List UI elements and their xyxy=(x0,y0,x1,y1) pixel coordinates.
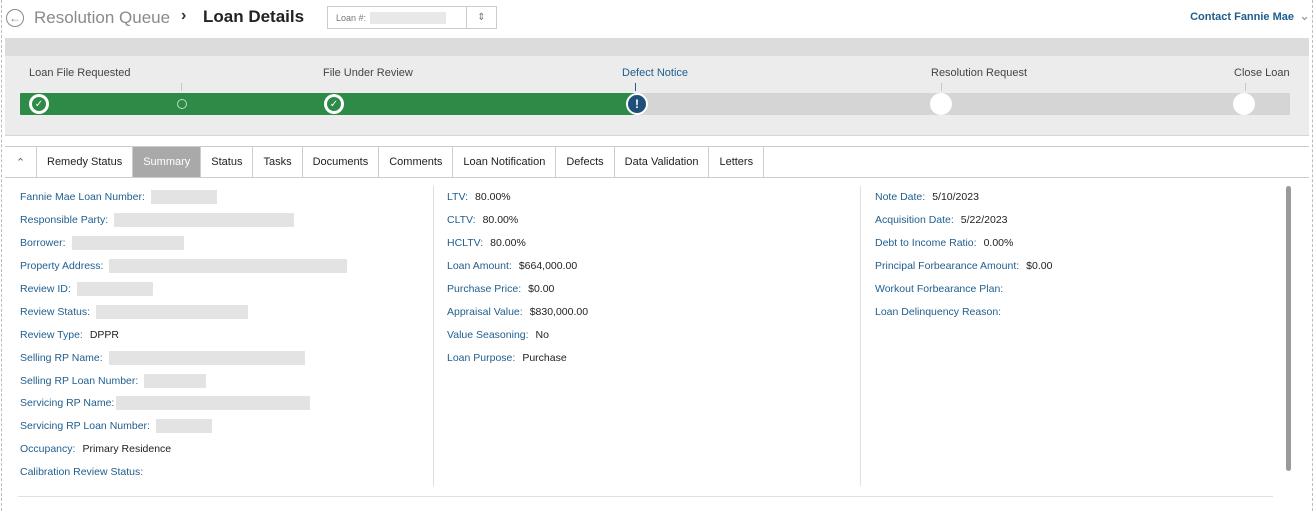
substage-dot-icon xyxy=(177,99,187,109)
redacted-value xyxy=(116,396,311,411)
vertical-scrollbar[interactable] xyxy=(1286,186,1291,471)
breadcrumb-separator: › xyxy=(181,7,187,24)
field-review-status: Review Status: xyxy=(20,300,347,323)
stage-complete-check-icon[interactable]: ✓ xyxy=(29,94,49,114)
tab-remedy-status[interactable]: Remedy Status xyxy=(37,147,134,177)
stage-tick xyxy=(181,83,182,91)
field-hcltv: HCLTV: 80.00% xyxy=(447,237,526,250)
field-appraisal-value: Appraisal Value: $830,000.00 xyxy=(447,305,589,318)
up-down-stepper-icon[interactable]: ⇕ xyxy=(466,7,496,28)
stage-tick xyxy=(941,83,942,91)
field-property-address: Property Address: xyxy=(20,255,348,278)
field-workout-forbearance-plan: Workout Forbearance Plan: xyxy=(875,283,1004,295)
summary-column-dates: Note Date: 5/10/2023 Acquisition Date: 5/2… xyxy=(875,186,1052,323)
field-acquisition-date: Acquisition Date: 5/22/2023 xyxy=(875,214,1008,227)
tab-comments[interactable]: Comments xyxy=(379,147,454,177)
stage-label-file-under-review: File Under Review xyxy=(323,67,413,79)
stage-label-defect-notice: Defect Notice xyxy=(622,67,689,79)
redacted-value xyxy=(150,190,217,205)
field-selling-rp-name: Selling RP Name: xyxy=(20,346,347,369)
back-arrow-icon[interactable]: ← xyxy=(6,9,24,27)
header-band xyxy=(5,38,1309,56)
header: ← Resolution Queue › Loan Details Loan #… xyxy=(0,0,1314,36)
field-value-seasoning: Value Seasoning: No xyxy=(447,328,549,341)
loan-number-select[interactable]: Loan #: ⇕ xyxy=(327,6,497,29)
breadcrumb-parent[interactable]: Resolution Queue xyxy=(34,8,170,28)
page-border-left xyxy=(1,0,2,511)
field-cltv: CLTV: 80.00% xyxy=(447,214,519,227)
field-note-date: Note Date: 5/10/2023 xyxy=(875,191,979,204)
field-review-type: Review Type: DPPR xyxy=(20,328,120,341)
redacted-value xyxy=(71,236,184,251)
tab-tasks[interactable]: Tasks xyxy=(253,147,303,177)
field-responsible-party: Responsible Party: xyxy=(20,209,347,232)
redacted-value xyxy=(114,213,295,228)
detail-tabs: ⌃ Remedy Status Summary Status Tasks Doc… xyxy=(5,146,1309,178)
stage-tick-current xyxy=(635,83,636,91)
summary-column-loan-info: Fannie Mae Loan Number: Responsible Part… xyxy=(20,186,348,484)
field-debt-to-income-ratio: Debt to Income Ratio: 0.00% xyxy=(875,237,1014,250)
field-loan-amount: Loan Amount: $664,000.00 xyxy=(447,260,578,273)
stage-tick xyxy=(1245,83,1246,91)
page-border-right xyxy=(1312,0,1313,511)
redacted-value xyxy=(155,419,212,434)
progress-stepper: Loan File Requested File Under Review De… xyxy=(5,56,1309,136)
field-fannie-mae-loan-number: Fannie Mae Loan Number: xyxy=(20,186,347,209)
redacted-value xyxy=(96,304,249,319)
progress-track xyxy=(20,93,1290,115)
stage-label-loan-file-requested: Loan File Requested xyxy=(29,67,131,79)
summary-panel: Fannie Mae Loan Number: Responsible Part… xyxy=(5,178,1309,511)
redacted-value xyxy=(108,350,305,365)
column-divider xyxy=(860,186,861,486)
field-loan-purpose: Loan Purpose: Purchase xyxy=(447,351,567,364)
tab-documents[interactable]: Documents xyxy=(303,147,380,177)
stage-alert-icon[interactable]: ! xyxy=(626,93,648,115)
tab-loan-notification[interactable]: Loan Notification xyxy=(453,147,557,177)
tab-data-validation[interactable]: Data Validation xyxy=(615,147,710,177)
loan-select-label: Loan #: xyxy=(336,12,367,23)
field-principal-forbearance-amount: Principal Forbearance Amount: $0.00 xyxy=(875,260,1053,273)
tab-summary[interactable]: Summary xyxy=(133,147,202,177)
tab-defects[interactable]: Defects xyxy=(556,147,615,177)
stage-complete-check-icon[interactable]: ✓ xyxy=(324,94,344,114)
redacted-value xyxy=(109,259,348,274)
stage-pending-icon[interactable] xyxy=(1233,93,1255,115)
stage-pending-icon[interactable] xyxy=(930,93,952,115)
field-servicing-rp-name: Servicing RP Name: xyxy=(20,392,347,415)
field-purchase-price: Purchase Price: $0.00 xyxy=(447,283,555,295)
field-servicing-rp-loan-number: Servicing RP Loan Number: xyxy=(20,415,347,438)
contact-fannie-mae-link[interactable]: Contact Fannie Mae xyxy=(1190,11,1294,23)
collapse-chevron-up-icon[interactable]: ⌃ xyxy=(5,147,37,177)
field-loan-delinquency-reason: Loan Delinquency Reason: xyxy=(875,305,1002,318)
field-ltv: LTV: 80.00% xyxy=(447,191,511,204)
loan-select-value-redacted[interactable] xyxy=(370,11,447,24)
stage-label-resolution-request: Resolution Request xyxy=(931,67,1028,79)
field-occupancy: Occupancy: Primary Residence xyxy=(20,443,172,456)
field-review-id: Review ID: xyxy=(20,278,347,301)
stage-label-close-loan: Close Loan xyxy=(1234,67,1290,79)
field-calibration-review-status: Calibration Review Status: xyxy=(20,466,144,479)
field-selling-rp-loan-number: Selling RP Loan Number: xyxy=(20,369,347,392)
summary-column-ratios: LTV: 80.00% CLTV: 80.00% HCLTV: 80.00% Loan… xyxy=(447,186,588,369)
page-title: Loan Details xyxy=(203,7,305,26)
tab-letters[interactable]: Letters xyxy=(709,147,765,177)
field-borrower: Borrower: xyxy=(20,232,347,255)
redacted-value xyxy=(76,282,153,296)
tab-status[interactable]: Status xyxy=(201,147,254,177)
content-divider xyxy=(18,496,1273,497)
redacted-value xyxy=(144,373,207,388)
column-divider xyxy=(433,186,434,486)
chevron-down-icon[interactable]: ⌄ xyxy=(1299,8,1310,24)
